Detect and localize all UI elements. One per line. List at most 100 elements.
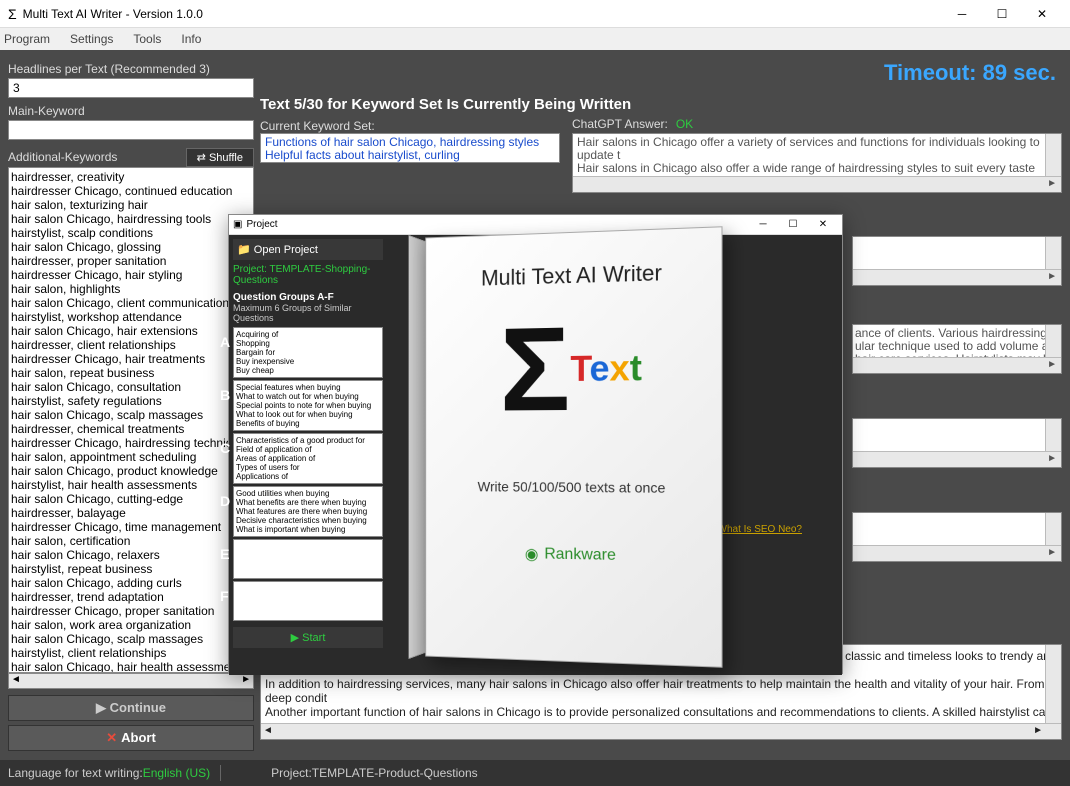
group-d[interactable]: DGood utilities when buyingWhat benefits… (233, 486, 383, 537)
scrollbar-h[interactable]: ► (853, 451, 1061, 467)
menu-program[interactable]: Program (4, 32, 50, 46)
scrollbar-h[interactable]: ► (853, 545, 1061, 561)
open-project-button[interactable]: Open Project (233, 239, 383, 260)
scrollbar-h[interactable]: ► (573, 176, 1061, 192)
keyword-row[interactable]: hair salon Chicago, adding curls (11, 576, 251, 590)
keyword-row[interactable]: hairstylist, safety regulations (11, 394, 251, 408)
keyword-row[interactable]: hair salon, repeat business (11, 366, 251, 380)
overlay-icon: ▣ (233, 219, 242, 230)
scrollbar-v[interactable] (1045, 237, 1061, 269)
additional-keywords-label: Additional-Keywords (8, 150, 117, 164)
keyword-row[interactable]: hairdresser Chicago, hair styling (11, 268, 251, 282)
scrollbar-h[interactable] (261, 723, 1061, 739)
app-icon: Σ (8, 6, 17, 22)
overlay-project-name: Project: TEMPLATE-Shopping-Questions (233, 264, 383, 286)
preview-box-4[interactable]: ► (852, 512, 1062, 562)
window-title: Multi Text AI Writer - Version 1.0.0 (23, 7, 942, 21)
keyword-row[interactable]: hairstylist, scalp conditions (11, 226, 251, 240)
keyword-row[interactable]: hairdresser, client relationships (11, 338, 251, 352)
scrollbar-v[interactable] (1045, 513, 1061, 545)
keyword-row[interactable]: hair salon Chicago, glossing (11, 240, 251, 254)
keyword-row[interactable]: hair salon, texturizing hair (11, 198, 251, 212)
menubar: Program Settings Tools Info (0, 28, 1070, 50)
keyword-row[interactable]: hair salon, highlights (11, 282, 251, 296)
overlay-minimize[interactable]: ─ (748, 219, 778, 230)
keyword-row[interactable]: hairstylist, hair health assessments (11, 478, 251, 492)
keyword-row[interactable]: hair salon, certification (11, 534, 251, 548)
keyword-row[interactable]: hair salon Chicago, scalp massages (11, 408, 251, 422)
keyword-row[interactable]: hairdresser Chicago, time management (11, 520, 251, 534)
group-f[interactable]: F (233, 581, 383, 621)
language-label: Language for text writing: (8, 766, 143, 780)
maximize-button[interactable]: ☐ (982, 0, 1022, 28)
keyword-row[interactable]: hairdresser, creativity (11, 170, 251, 184)
group-e[interactable]: E (233, 539, 383, 579)
keyword-row[interactable]: hair salon Chicago, client communication (11, 296, 251, 310)
scrollbar-v[interactable] (1045, 134, 1061, 176)
overlay-close[interactable]: ✕ (808, 219, 838, 230)
keyword-row[interactable]: hair salon, work area organization (11, 618, 251, 632)
ok-status: OK (676, 117, 693, 131)
scrollbar-h[interactable]: ► (853, 357, 1061, 373)
keyword-row[interactable]: hairdresser, trend adaptation (11, 590, 251, 604)
keyword-row[interactable]: hair salon Chicago, product knowledge (11, 464, 251, 478)
keyword-row[interactable]: hairstylist, workshop attendance (11, 310, 251, 324)
overlay-maximize[interactable]: ☐ (778, 219, 808, 230)
keyword-row[interactable]: hair salon Chicago, cutting-edge (11, 492, 251, 506)
preview-box-3[interactable]: ► (852, 418, 1062, 468)
scrollbar-v[interactable] (1045, 325, 1061, 357)
groups-header: Question Groups A-F (233, 292, 383, 303)
keyword-row[interactable]: hairdresser Chicago, hairdressing techni… (11, 436, 251, 450)
shuffle-button[interactable]: ⇄ Shuffle (186, 148, 254, 167)
main-keyword-label: Main-Keyword (8, 104, 254, 118)
menu-tools[interactable]: Tools (133, 32, 161, 46)
scrollbar-h[interactable]: ► (853, 269, 1061, 285)
keyword-row[interactable]: hairdresser Chicago, hair treatments (11, 352, 251, 366)
headlines-input[interactable] (8, 78, 254, 98)
seo-neo-link[interactable]: What Is SEO Neo? (718, 524, 802, 535)
main-keyword-input[interactable] (8, 120, 254, 140)
answer-line: Hair salons in Chicago offer a variety o… (577, 136, 1057, 162)
group-c[interactable]: CCharacteristics of a good product forFi… (233, 433, 383, 484)
keyword-row[interactable]: hairstylist, repeat business (11, 562, 251, 576)
keyword-row[interactable]: hair salon Chicago, hair extensions (11, 324, 251, 338)
keyword-row[interactable]: hairdresser, balayage (11, 506, 251, 520)
keywords-hscroll[interactable] (8, 673, 254, 689)
scrollbar-v[interactable] (1045, 419, 1061, 451)
project-label: Project: (271, 766, 312, 780)
statusbar: Language for text writing: English (US) … (0, 760, 1070, 786)
menu-settings[interactable]: Settings (70, 32, 113, 46)
abort-button[interactable]: ✕Abort (8, 725, 254, 751)
minimize-button[interactable]: ─ (942, 0, 982, 28)
keyword-row[interactable]: hair salon Chicago, relaxers (11, 548, 251, 562)
keyword-row[interactable]: hairdresser, chemical treatments (11, 422, 251, 436)
close-button[interactable]: ✕ (1022, 0, 1062, 28)
keyword-row[interactable]: hairdresser Chicago, continued education (11, 184, 251, 198)
titlebar: Σ Multi Text AI Writer - Version 1.0.0 ─… (0, 0, 1070, 28)
preview-box-2[interactable]: ance of clients. Various hairdressing s … (852, 324, 1062, 374)
status-line: Text 5/30 for Keyword Set Is Currently B… (260, 96, 1062, 113)
group-b[interactable]: BSpecial features when buyingWhat to wat… (233, 380, 383, 431)
chatgpt-answer-box[interactable]: Hair salons in Chicago offer a variety o… (572, 133, 1062, 193)
scrollbar-v[interactable] (1045, 645, 1061, 723)
continue-button[interactable]: ▶ Continue (8, 695, 254, 721)
keyword-row[interactable]: hair salon Chicago, hair health assessme… (11, 660, 251, 673)
abort-label: Abort (121, 730, 156, 745)
current-keyword-set-label: Current Keyword Set: (260, 119, 560, 133)
group-a[interactable]: AAcquiring ofShoppingBargain forBuy inex… (233, 327, 383, 378)
current-keyword-set-box[interactable]: Functions of hair salon Chicago, hairdre… (260, 133, 560, 163)
start-button[interactable]: Start (233, 627, 383, 648)
preview-box-1[interactable]: ► (852, 236, 1062, 286)
keyword-row[interactable]: hairstylist, client relationships (11, 646, 251, 660)
keywords-list[interactable]: hairdresser, creativityhairdresser Chica… (8, 167, 254, 673)
keyword-row[interactable]: hair salon Chicago, consultation (11, 380, 251, 394)
keyword-row[interactable]: hair salon, appointment scheduling (11, 450, 251, 464)
menu-info[interactable]: Info (181, 32, 201, 46)
keyword-row[interactable]: hairdresser, proper sanitation (11, 254, 251, 268)
keyword-row[interactable]: hair salon Chicago, scalp massages (11, 632, 251, 646)
overlay-title: Project (246, 219, 277, 230)
keyword-row[interactable]: hair salon Chicago, hairdressing tools (11, 212, 251, 226)
language-value: English (US) (143, 766, 210, 780)
text-line: In addition to hairdressing services, ma… (265, 677, 1057, 705)
keyword-row[interactable]: hairdresser Chicago, proper sanitation (11, 604, 251, 618)
